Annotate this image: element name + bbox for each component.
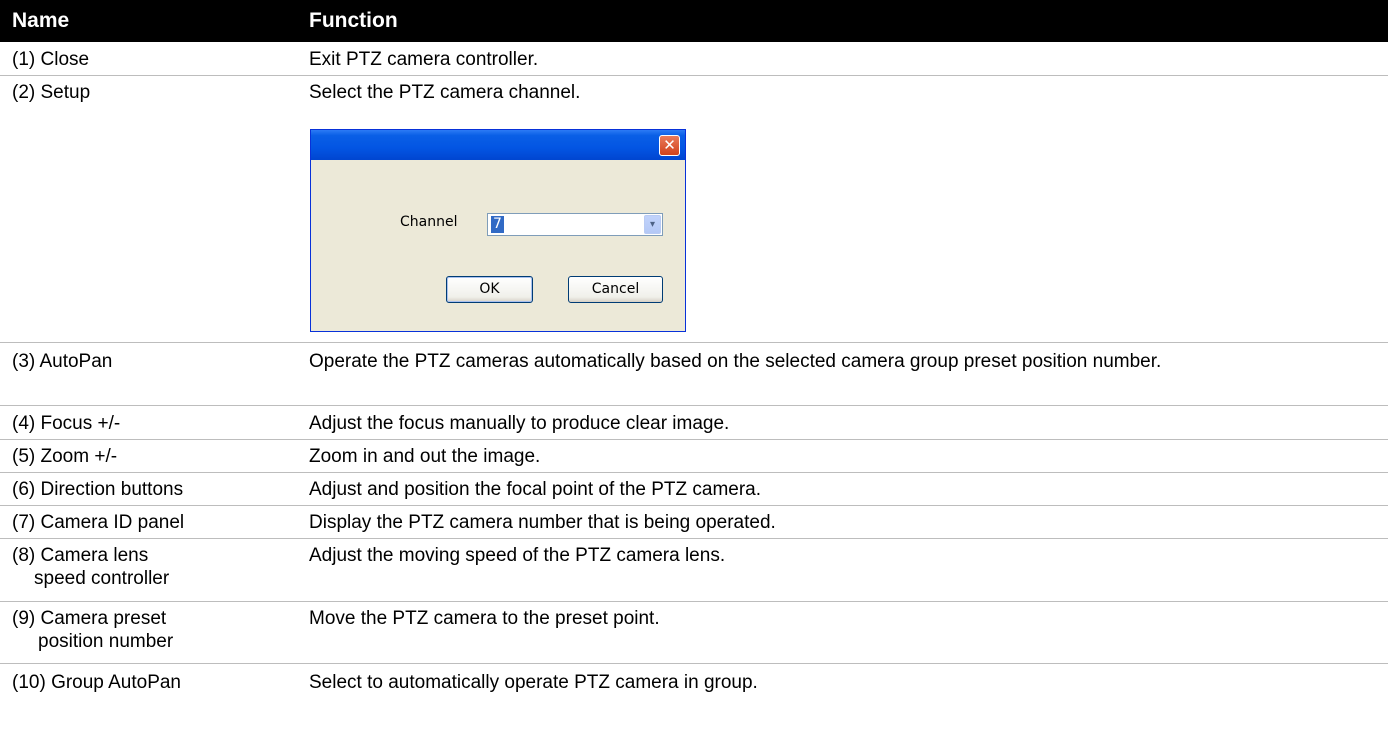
channel-value: 7 (491, 216, 504, 233)
row-function: Adjust the moving speed of the PTZ camer… (309, 545, 726, 566)
row-function: Adjust and position the focal point of t… (309, 479, 762, 500)
row-name-line: speed controller (34, 568, 170, 589)
row-function: Zoom in and out the image. (309, 446, 541, 467)
row-name: (10) Group AutoPan (12, 672, 181, 693)
row-name-line: position number (38, 631, 174, 652)
row-function: Move the PTZ camera to the preset point. (309, 608, 660, 629)
table-row: (7) Camera ID panel Display the PTZ came… (0, 506, 1388, 539)
row-name: (4) Focus +/- (12, 413, 121, 434)
table-row: (3) AutoPan Operate the PTZ cameras auto… (0, 343, 1388, 406)
header-function: Function (309, 9, 398, 32)
row-function: Adjust the focus manually to produce cle… (309, 413, 730, 434)
table-row: (1) Close Exit PTZ camera controller. (0, 42, 1388, 76)
row-name: (8) Camera lens speed controller (12, 544, 169, 590)
channel-label: Channel (400, 214, 458, 230)
table-row: (4) Focus +/- Adjust the focus manually … (0, 406, 1388, 440)
table-row: (9) Camera preset position number Move t… (0, 602, 1388, 664)
row-name: (9) Camera preset position number (12, 607, 173, 653)
row-function: Operate the PTZ cameras automatically ba… (309, 351, 1162, 372)
table-header: Name Function (0, 0, 1388, 42)
channel-dialog: ✕ Channel 7 ▾ OK Cancel (310, 129, 686, 332)
row-name: (3) AutoPan (12, 351, 113, 372)
chevron-down-icon[interactable]: ▾ (644, 215, 661, 234)
table-row: (10) Group AutoPan Select to automatical… (0, 664, 1388, 701)
row-function: Exit PTZ camera controller. (309, 49, 539, 70)
header-name: Name (12, 9, 70, 32)
row-name: (7) Camera ID panel (12, 512, 185, 533)
table-row: (2) Setup Select the PTZ camera channel. (0, 76, 1388, 343)
row-name: (6) Direction buttons (12, 479, 184, 500)
row-name: (1) Close (12, 49, 90, 70)
row-function: Select the PTZ camera channel. (309, 82, 581, 103)
row-name-line: (8) Camera lens (12, 545, 149, 566)
row-function: Select to automatically operate PTZ came… (309, 672, 758, 693)
row-name: (5) Zoom +/- (12, 446, 118, 467)
table-row: (5) Zoom +/- Zoom in and out the image. (0, 440, 1388, 473)
channel-select[interactable]: 7 ▾ (487, 213, 663, 236)
row-function: Display the PTZ camera number that is be… (309, 512, 776, 533)
row-name-line: (9) Camera preset (12, 608, 167, 629)
table-row: (6) Direction buttons Adjust and positio… (0, 473, 1388, 506)
table-row: (8) Camera lens speed controller Adjust … (0, 539, 1388, 602)
row-name: (2) Setup (12, 82, 91, 103)
dialog-title-bar: ✕ (311, 130, 685, 160)
ok-button[interactable]: OK (446, 276, 533, 303)
close-icon[interactable]: ✕ (659, 135, 680, 156)
cancel-button[interactable]: Cancel (568, 276, 663, 303)
